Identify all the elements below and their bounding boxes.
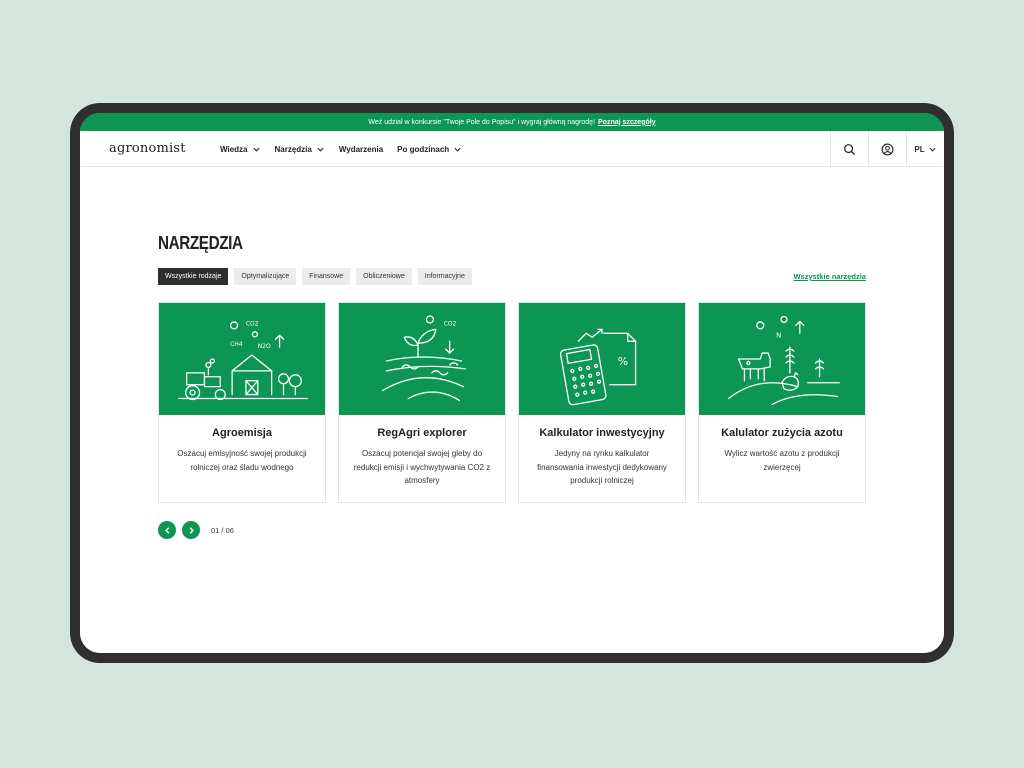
chevron-down-icon (317, 147, 324, 152)
prev-button[interactable] (158, 521, 176, 539)
filter-chips: Wszystkie rodzaje Optymalizujące Finanso… (158, 268, 472, 285)
nav-item-po-godzinach[interactable]: Po godzinach (397, 145, 462, 154)
filter-chip-optymalizujace[interactable]: Optymalizujące (234, 268, 297, 285)
language-label: PL (914, 144, 925, 154)
livestock-nitrogen-icon: N (699, 303, 865, 415)
account-button[interactable] (868, 131, 906, 167)
promo-banner: Weź udział w konkursie "Twoje Pole do Po… (80, 113, 944, 131)
calculator-icon: % (519, 303, 685, 415)
page-counter: 01 / 06 (211, 525, 234, 535)
tool-card-kalkulator-azotu[interactable]: N Kalulator zużycia azotu Wylicz wartość… (698, 302, 866, 503)
card-title: Agroemisja (212, 427, 272, 439)
card-description: Jedyny na rynku kalkulator finansowania … (537, 449, 667, 485)
promo-link[interactable]: Poznaj szczegóły (598, 119, 656, 126)
next-button[interactable] (182, 521, 200, 539)
filter-chip-informacyjne[interactable]: Informacyjne (417, 268, 472, 285)
filter-chip-obliczeniowe[interactable]: Obliczeniowe (356, 268, 412, 285)
nav-item-wydarzenia[interactable]: Wydarzenia (339, 145, 383, 154)
tool-card-regagri-explorer[interactable]: CO2 RegAgri explorer Oszacuj potencjał s… (338, 302, 506, 503)
nav-item-wiedza[interactable]: Wiedza (220, 145, 261, 154)
illustration-label: N (776, 331, 781, 339)
card-title: RegAgri explorer (377, 427, 467, 439)
illustration-label: % (618, 355, 628, 368)
illustration-label: CO2 (444, 321, 457, 327)
chevron-left-icon (164, 526, 169, 534)
nav-item-label: Wiedza (220, 144, 248, 154)
nav-actions: PL (830, 131, 944, 167)
tool-card-agroemisja[interactable]: CO2 CH4 N2O Agroemisja Oszacuj emisyjnoś… (158, 302, 326, 503)
main-navigation: agronomist Wiedza Narzędzia Wydarzenia P… (80, 131, 944, 167)
card-description: Wylicz wartość azotu z produkcji zwierzę… (724, 449, 840, 472)
chevron-down-icon (454, 147, 461, 152)
card-title: Kalulator zużycia azotu (721, 427, 843, 439)
card-description: Oszacuj potencjał swojej gleby do redukc… (353, 449, 491, 485)
soil-plant-icon: CO2 (339, 303, 505, 415)
logo[interactable]: agronomist (109, 141, 186, 156)
promo-text: Weź udział w konkursie "Twoje Pole do Po… (368, 118, 596, 126)
card-description: Oszacuj emisyjność swojej produkcji roln… (177, 449, 307, 472)
card-title: Kalkulator inwestycyjny (539, 427, 665, 439)
browser-screen: Weź udział w konkursie "Twoje Pole do Po… (80, 113, 944, 653)
filter-chip-finansowe[interactable]: Finansowe (302, 268, 351, 285)
device-frame: Weź udział w konkursie "Twoje Pole do Po… (70, 103, 954, 663)
tool-card-kalkulator-inwestycyjny[interactable]: % Kalkulator inwestycyjny Jedyny na rynk… (518, 302, 686, 503)
all-tools-link[interactable]: Wszystkie narzędzia (793, 272, 866, 281)
nav-item-label: Wydarzenia (338, 144, 384, 154)
nav-item-label: Narzędzia (274, 144, 312, 154)
search-icon (844, 143, 856, 155)
language-selector[interactable]: PL (906, 131, 944, 167)
carousel-pagination: 01 / 06 (158, 521, 866, 539)
page-title: NARZĘDZIA (158, 233, 243, 253)
search-button[interactable] (830, 131, 868, 167)
filter-chip-all[interactable]: Wszystkie rodzaje (158, 268, 229, 285)
user-icon (881, 143, 894, 155)
nav-item-narzedzia[interactable]: Narzędzia (275, 145, 325, 154)
nav-menu: Wiedza Narzędzia Wydarzenia Po godzinach (220, 131, 462, 167)
illustration-label: N2O (258, 344, 271, 350)
nav-item-label: Po godzinach (397, 144, 450, 154)
tools-section: NARZĘDZIA Wszystkie rodzaje Optymalizują… (158, 233, 866, 539)
chevron-right-icon (189, 526, 194, 534)
farm-emission-icon: CO2 CH4 N2O (159, 303, 325, 415)
chevron-down-icon (929, 147, 936, 152)
illustration-label: CO2 (246, 321, 259, 327)
illustration-label: CH4 (230, 342, 243, 348)
tool-cards: CO2 CH4 N2O Agroemisja Oszacuj emisyjnoś… (158, 302, 866, 503)
filters-row: Wszystkie rodzaje Optymalizujące Finanso… (158, 268, 866, 285)
chevron-down-icon (252, 147, 260, 152)
